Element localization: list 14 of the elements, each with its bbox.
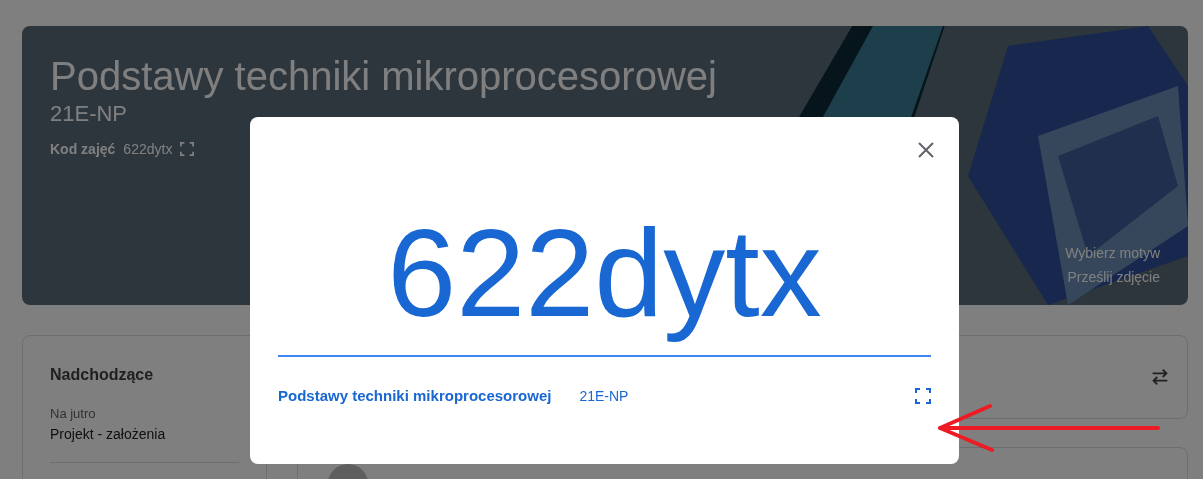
upcoming-title: Nadchodzące xyxy=(50,366,155,384)
class-code-large: 622dytx xyxy=(386,203,823,343)
banner-link[interactable]: Wybierz motyw xyxy=(1065,245,1160,261)
course-section: 21E-NP xyxy=(50,101,1160,127)
dialog-course-name: Podstawy techniki mikroprocesorowej xyxy=(278,387,552,404)
course-title: Podstawy techniki mikroprocesorowej xyxy=(50,54,718,99)
fullscreen-icon[interactable] xyxy=(915,387,931,404)
dialog-section: 21E-NP xyxy=(579,387,887,404)
due-label: Na jutro xyxy=(50,406,97,421)
swap-arrows-icon[interactable] xyxy=(1149,366,1171,388)
class-code-label: Kod zajęć xyxy=(50,141,116,157)
class-code: 622dytx xyxy=(123,141,173,157)
banner-link[interactable]: Prześlij zdjęcie xyxy=(1067,269,1160,285)
assignment-link[interactable]: Projekt - założenia xyxy=(50,426,239,442)
